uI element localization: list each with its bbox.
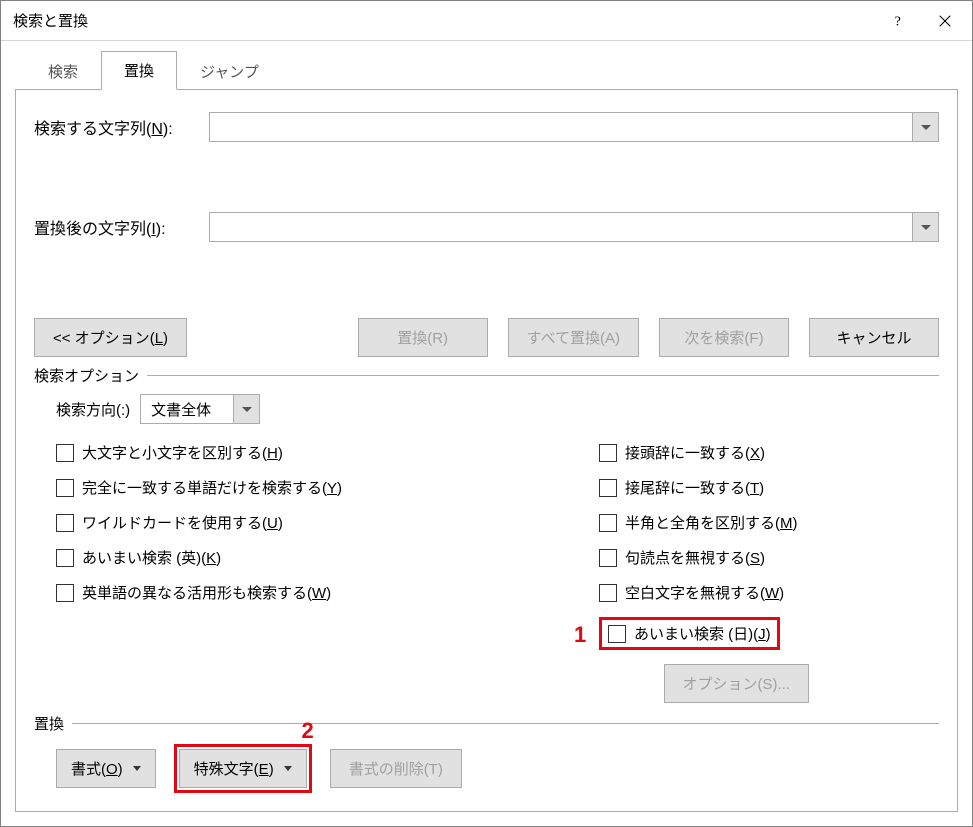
chk-match-case[interactable]: 大文字と小文字を区別する(H) xyxy=(56,442,599,463)
cancel-button[interactable]: キャンセル xyxy=(809,318,939,357)
chk-width[interactable]: 半角と全角を区別する(M) xyxy=(599,512,939,533)
search-options-group: 検索オプション 検索方向(:) 文書全体 大文字と小文字を区別する(H) 完全に… xyxy=(34,375,939,703)
action-button-row: << オプション(L) 置換(R) すべて置換(A) 次を検索(F) キャンセル xyxy=(34,318,939,357)
replace-legend: 置換 xyxy=(34,713,72,734)
find-label: 検索する文字列(N): xyxy=(34,115,209,139)
chk-wildcards[interactable]: ワイルドカードを使用する(U) xyxy=(56,512,599,533)
tab-strip: 検索 置換 ジャンプ xyxy=(15,51,958,90)
options-right-column: 接頭辞に一致する(X) 接尾辞に一致する(T) 半角と全角を区別する(M) 句読… xyxy=(599,442,939,650)
find-next-button[interactable]: 次を検索(F) xyxy=(659,318,789,357)
replace-group: 置換 書式(O) 2 特殊文字(E) xyxy=(34,723,939,793)
callout-2: 2 xyxy=(301,718,313,744)
direction-dropdown-button[interactable] xyxy=(233,395,259,423)
dialog-content: 検索 置換 ジャンプ 検索する文字列(N): 置換後の文字列(I): xyxy=(1,41,972,826)
direction-label: 検索方向(:) xyxy=(56,399,130,420)
chk-suffix[interactable]: 接尾辞に一致する(T) xyxy=(599,477,939,498)
direction-row: 検索方向(:) 文書全体 xyxy=(34,394,939,424)
help-button[interactable]: ? xyxy=(876,5,922,37)
tab-replace[interactable]: 置換 xyxy=(101,51,177,90)
direction-value: 文書全体 xyxy=(141,395,233,423)
chk-fuzzy-en[interactable]: あいまい検索 (英)(K) xyxy=(56,547,599,568)
dropdown-triangle-icon xyxy=(133,766,141,771)
chk-fuzzy-jp[interactable]: あいまい検索 (日)(J) xyxy=(608,623,771,644)
replace-button[interactable]: 置換(R) xyxy=(358,318,488,357)
highlight-special-wrap: 2 特殊文字(E) xyxy=(174,744,312,793)
options-left-column: 大文字と小文字を区別する(H) 完全に一致する単語だけを検索する(Y) ワイルド… xyxy=(56,442,599,650)
close-icon xyxy=(938,14,952,28)
format-button[interactable]: 書式(O) xyxy=(56,749,156,788)
find-replace-dialog: 検索と置換 ? 検索 置換 ジャンプ 検索する文字列(N): xyxy=(0,0,973,827)
replace-combobox[interactable] xyxy=(209,212,939,242)
tab-panel: 検索する文字列(N): 置換後の文字列(I): << オプション(L xyxy=(15,89,958,812)
chevron-down-icon xyxy=(921,125,931,130)
direction-select[interactable]: 文書全体 xyxy=(140,394,260,424)
bottom-buttons: 書式(O) 2 特殊文字(E) 書式の削除(T) xyxy=(34,744,939,793)
find-input[interactable] xyxy=(210,113,912,141)
chk-punct[interactable]: 句読点を無視する(S) xyxy=(599,547,939,568)
chk-prefix[interactable]: 接頭辞に一致する(X) xyxy=(599,442,939,463)
titlebar: 検索と置換 ? xyxy=(1,1,972,41)
find-combobox[interactable] xyxy=(209,112,939,142)
highlight-fuzzy-jp: 1 あいまい検索 (日)(J) xyxy=(599,617,780,650)
close-button[interactable] xyxy=(922,5,968,37)
callout-1: 1 xyxy=(574,622,586,648)
chk-word-forms[interactable]: 英単語の異なる活用形も検索する(W) xyxy=(56,582,599,603)
tab-search[interactable]: 検索 xyxy=(25,52,101,90)
highlight-special: 特殊文字(E) xyxy=(174,744,312,793)
find-row: 検索する文字列(N): xyxy=(34,112,939,142)
window-title: 検索と置換 xyxy=(13,10,876,31)
sub-options-row: オプション(S)... xyxy=(34,664,939,703)
find-dropdown-button[interactable] xyxy=(912,113,938,141)
replace-input[interactable] xyxy=(210,213,912,241)
replace-row: 置換後の文字列(I): xyxy=(34,212,939,242)
dropdown-triangle-icon xyxy=(284,766,292,771)
tab-jump[interactable]: ジャンプ xyxy=(177,52,282,90)
replace-dropdown-button[interactable] xyxy=(912,213,938,241)
search-options-legend: 検索オプション xyxy=(34,365,147,386)
options-columns: 大文字と小文字を区別する(H) 完全に一致する単語だけを検索する(Y) ワイルド… xyxy=(34,442,939,650)
replace-label: 置換後の文字列(I): xyxy=(34,215,209,239)
svg-text:?: ? xyxy=(895,14,901,28)
chevron-down-icon xyxy=(242,407,252,412)
clear-format-button[interactable]: 書式の削除(T) xyxy=(330,749,462,788)
help-icon: ? xyxy=(892,14,906,28)
chk-whitespace[interactable]: 空白文字を無視する(W) xyxy=(599,582,939,603)
special-chars-button[interactable]: 特殊文字(E) xyxy=(179,749,307,788)
chk-whole-word[interactable]: 完全に一致する単語だけを検索する(Y) xyxy=(56,477,599,498)
fuzzy-options-button[interactable]: オプション(S)... xyxy=(664,664,810,703)
replace-all-button[interactable]: すべて置換(A) xyxy=(508,318,639,357)
chevron-down-icon xyxy=(921,225,931,230)
options-toggle-button[interactable]: << オプション(L) xyxy=(34,318,187,357)
